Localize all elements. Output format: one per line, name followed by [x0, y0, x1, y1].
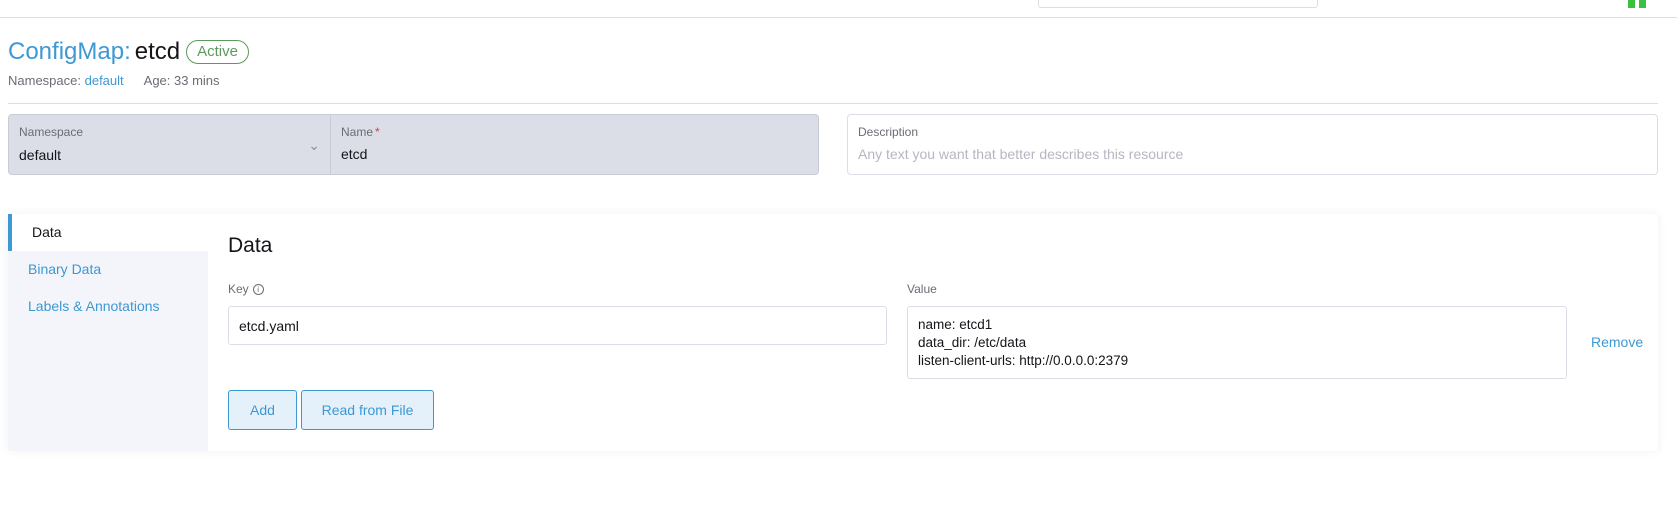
key-input[interactable]: etcd.yaml	[228, 306, 887, 345]
resource-type-link[interactable]: ConfigMap:	[8, 38, 131, 66]
info-icon[interactable]: i	[252, 283, 264, 295]
chevron-down-icon: ⌄	[308, 137, 320, 153]
name-field[interactable]: Name * etcd	[331, 115, 818, 174]
data-tab-content: Data Key i Value etcd.yaml name: etcd1 d…	[208, 214, 1658, 451]
header-divider	[8, 103, 1658, 104]
read-from-file-button[interactable]: Read from File	[301, 390, 434, 430]
description-placeholder: Any text you want that better describes …	[858, 146, 1184, 162]
value-line: listen-client-urls: http://0.0.0.0:2379	[918, 353, 1129, 368]
namespace-value: default	[19, 147, 62, 163]
namespace-label: Namespace	[19, 125, 84, 139]
data-section-title: Data	[228, 234, 273, 257]
add-button[interactable]: Add	[228, 390, 297, 430]
namespace-meta: Namespace: default	[8, 73, 124, 88]
name-value: etcd	[341, 146, 368, 162]
remove-button[interactable]: Remove	[1591, 334, 1643, 350]
page-header: ConfigMap: etcd Active Namespace: defaul…	[8, 38, 249, 88]
namespace-name-group: Namespace default ⌄ Name * etcd	[8, 114, 819, 175]
top-bar	[0, 0, 1677, 18]
cluster-status-icon	[1628, 0, 1656, 8]
search-box[interactable]	[1038, 0, 1318, 8]
value-header: Value	[907, 282, 937, 296]
age-meta: Age: 33 mins	[143, 73, 220, 88]
value-line: data_dir: /etc/data	[918, 335, 1027, 350]
side-tabs: Data Binary Data Labels & Annotations	[8, 214, 208, 451]
description-label: Description	[858, 125, 919, 139]
namespace-meta-label: Namespace:	[8, 73, 81, 88]
namespace-link[interactable]: default	[85, 73, 124, 88]
namespace-select[interactable]: Namespace default ⌄	[9, 115, 331, 174]
resource-name: etcd	[134, 38, 181, 65]
tab-binary-data[interactable]: Binary Data	[8, 251, 208, 288]
value-line: name: etcd1	[918, 317, 993, 332]
key-header: Key i	[228, 282, 264, 296]
tab-data[interactable]: Data	[8, 214, 208, 251]
status-badge: Active	[186, 40, 249, 64]
description-field[interactable]: Description Any text you want that bette…	[847, 114, 1658, 175]
name-label-row: Name *	[341, 125, 808, 139]
tab-labels-annotations[interactable]: Labels & Annotations	[8, 288, 208, 325]
title-row: ConfigMap: etcd Active	[8, 38, 249, 66]
value-header-label: Value	[907, 282, 937, 296]
tabbed-panel: Data Binary Data Labels & Annotations Da…	[8, 214, 1658, 451]
required-marker: *	[375, 125, 380, 139]
name-label: Name	[341, 125, 374, 139]
key-header-label: Key	[228, 282, 249, 296]
meta-row: Namespace: default Age: 33 mins	[8, 73, 249, 88]
value-textarea[interactable]: name: etcd1 data_dir: /etc/data listen-c…	[907, 306, 1567, 379]
